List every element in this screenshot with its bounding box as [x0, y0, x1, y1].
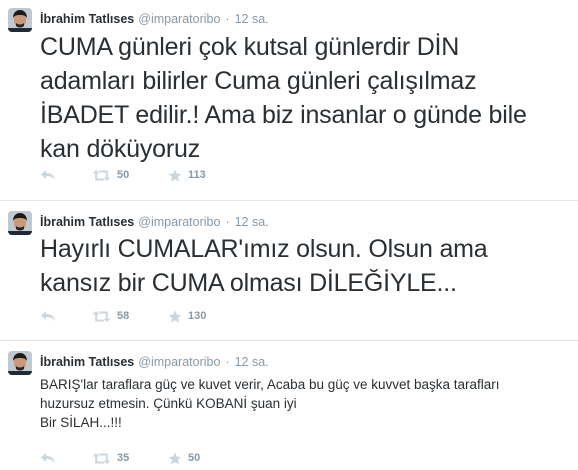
reply-button[interactable] — [40, 169, 92, 181]
timestamp[interactable]: 12 sa. — [235, 215, 269, 229]
tweet-text-line: kan döküyoruz — [40, 135, 200, 163]
fullname[interactable]: İbrahim Tatlıses — [40, 215, 134, 229]
tweet-actions: 35 50 — [40, 449, 248, 467]
tweet-text: CUMA günleri çok kutsal günlerdir DİN ad… — [40, 30, 570, 166]
favorite-button[interactable]: 50 — [168, 452, 248, 465]
tweet-text-line: BARIŞ'lar taraflara güç ve kuvet verir, … — [40, 377, 500, 392]
tweet-text-line: Hayırlı CUMALAR'ımız olsun. Olsun ama — [40, 235, 488, 263]
tweet-header: İbrahim Tatlıses @imparatoribo · 12 sa. — [40, 8, 269, 30]
favorite-count: 113 — [188, 169, 206, 181]
tweet-header: İbrahim Tatlıses @imparatoribo · 12 sa. — [40, 351, 269, 373]
username[interactable]: @imparatoribo — [138, 355, 220, 369]
username[interactable]: @imparatoribo — [138, 215, 220, 229]
retweet-count: 58 — [117, 310, 130, 322]
tweet: İbrahim Tatlıses @imparatoribo · 12 sa. … — [0, 200, 578, 340]
reply-icon — [41, 453, 55, 463]
favorite-button[interactable]: 113 — [168, 169, 248, 182]
tweet: İbrahim Tatlıses @imparatoribo · 12 sa. … — [0, 8, 578, 200]
reply-button[interactable] — [40, 452, 92, 464]
star-icon — [168, 452, 182, 464]
retweet-icon — [92, 452, 111, 464]
tweet-header: İbrahim Tatlıses @imparatoribo · 12 sa. — [40, 211, 269, 233]
tweet: İbrahim Tatlıses @imparatoribo · 12 sa. … — [0, 340, 578, 470]
tweet-text-line: adamları bilirler Cuma günleri çalışılma… — [40, 67, 477, 95]
retweet-button[interactable]: 58 — [92, 310, 168, 323]
tweet-text: BARIŞ'lar taraflara güç ve kuvet verir, … — [40, 375, 570, 432]
fullname[interactable]: İbrahim Tatlıses — [40, 12, 134, 26]
avatar[interactable] — [8, 211, 32, 235]
tweet-text-line: Bir SİLAH...!!! — [40, 415, 122, 430]
star-icon — [168, 310, 182, 322]
retweet-icon — [92, 310, 111, 322]
tweet-text-line: kansız bir CUMA olması DİLEĞİYLE... — [40, 269, 457, 297]
tweet-actions: 50 113 — [40, 166, 248, 184]
separator: · — [225, 355, 230, 369]
favorite-count: 130 — [188, 310, 207, 322]
timestamp[interactable]: 12 sa. — [235, 12, 269, 26]
tweet-text-line: İBADET edilir.! Ama biz insanlar o günde… — [40, 101, 527, 129]
fullname[interactable]: İbrahim Tatlıses — [40, 355, 134, 369]
tweet-text: Hayırlı CUMALAR'ımız olsun. Olsun ama ka… — [40, 232, 570, 300]
retweet-icon — [92, 169, 111, 181]
separator: · — [225, 215, 230, 229]
tweet-actions: 58 130 — [40, 307, 248, 325]
avatar[interactable] — [8, 351, 32, 375]
reply-button[interactable] — [40, 310, 92, 322]
star-icon — [168, 169, 182, 181]
retweet-button[interactable]: 35 — [92, 452, 168, 465]
retweet-button[interactable]: 50 — [92, 169, 168, 182]
avatar[interactable] — [8, 8, 32, 32]
favorite-button[interactable]: 130 — [168, 310, 248, 323]
retweet-count: 35 — [117, 452, 130, 464]
favorite-count: 50 — [188, 452, 201, 464]
reply-icon — [41, 170, 55, 180]
separator: · — [225, 12, 230, 26]
tweet-text-line: CUMA günleri çok kutsal günlerdir DİN — [40, 33, 460, 61]
username[interactable]: @imparatoribo — [138, 12, 220, 26]
reply-icon — [41, 311, 55, 321]
timestamp[interactable]: 12 sa. — [235, 355, 269, 369]
retweet-count: 50 — [117, 169, 130, 181]
tweet-text-line: huzursuz etmesin. Çünkü KOBANİ şuan iyi — [40, 396, 297, 411]
